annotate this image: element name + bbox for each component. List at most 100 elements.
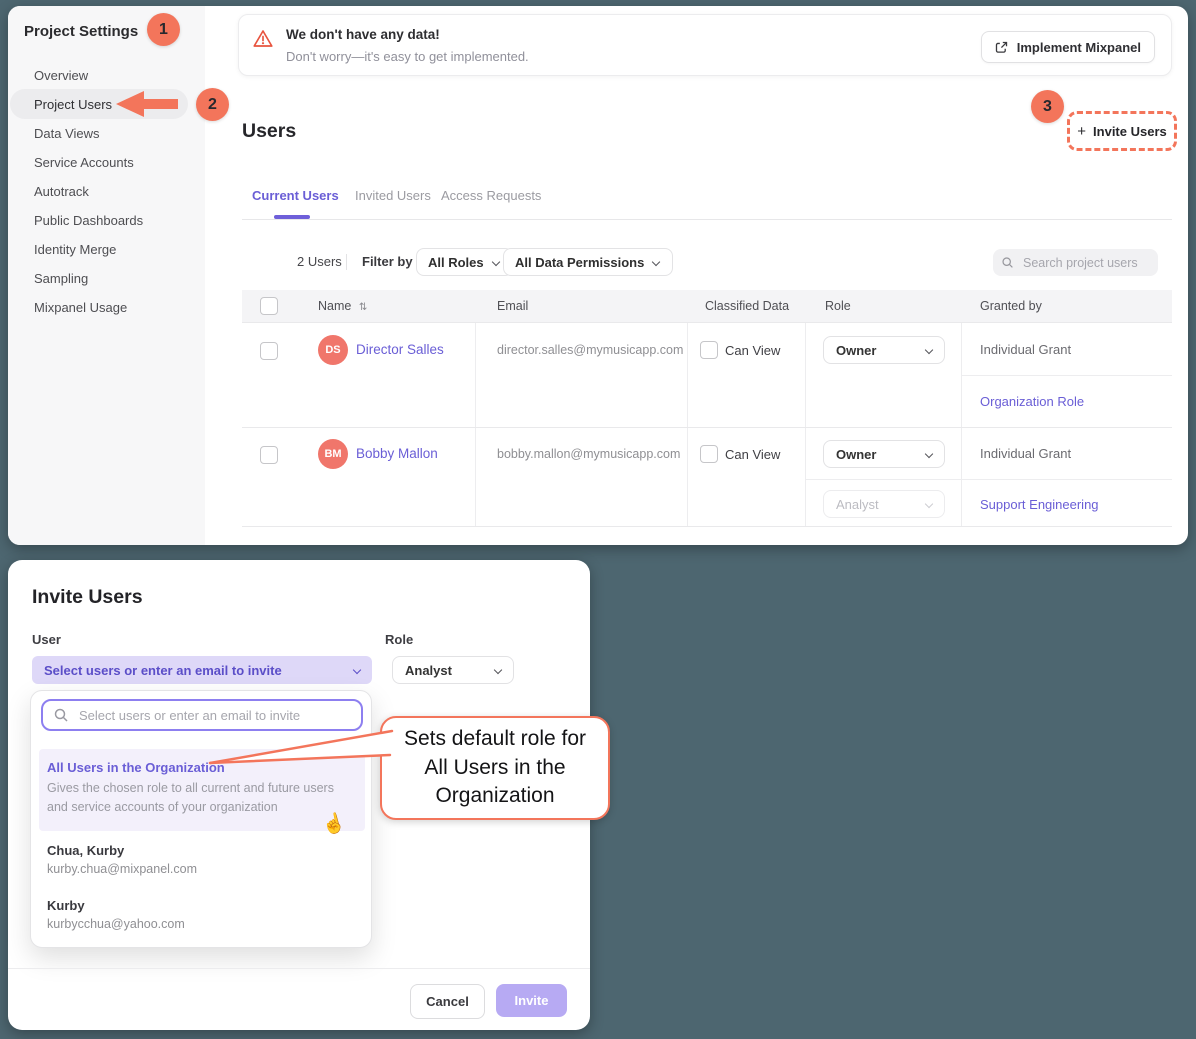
permissions-filter-label: All Data Permissions bbox=[515, 255, 644, 270]
chevron-down-icon bbox=[925, 346, 934, 355]
user-select[interactable]: Select users or enter an email to invite bbox=[32, 656, 372, 684]
granted-sub-divider bbox=[961, 375, 1172, 376]
option-user-name[interactable]: Kurby bbox=[47, 898, 85, 913]
banner-subtitle: Don't worry—it's easy to get implemented… bbox=[286, 49, 529, 64]
avatar: BM bbox=[318, 439, 348, 469]
chevron-down-icon bbox=[353, 666, 362, 675]
col-name[interactable]: Name ⇅ bbox=[318, 299, 367, 313]
avatar: DS bbox=[318, 335, 348, 365]
option-user-email: kurbycchua@yahoo.com bbox=[47, 917, 185, 931]
chevron-down-icon bbox=[492, 258, 501, 267]
modal-footer-divider bbox=[8, 968, 590, 969]
tab-current-users[interactable]: Current Users bbox=[252, 188, 339, 203]
column-divider bbox=[961, 323, 962, 526]
modal-title: Invite Users bbox=[32, 586, 143, 609]
search-icon bbox=[1001, 255, 1014, 270]
roles-filter-label: All Roles bbox=[428, 255, 484, 270]
project-settings-panel: Project Settings Overview Project Users … bbox=[8, 6, 1188, 545]
row-checkbox[interactable] bbox=[260, 446, 278, 464]
permissions-filter-dropdown[interactable]: All Data Permissions bbox=[503, 248, 673, 276]
invite-button[interactable]: Invite bbox=[496, 984, 567, 1017]
no-data-banner: We don't have any data! Don't worry—it's… bbox=[238, 14, 1172, 76]
select-all-checkbox[interactable] bbox=[260, 297, 278, 315]
chevron-down-icon bbox=[494, 666, 503, 675]
users-tabs: Current Users Invited Users Access Reque… bbox=[242, 178, 1172, 220]
sidebar-item-autotrack[interactable]: Autotrack bbox=[8, 177, 205, 206]
implement-mixpanel-label: Implement Mixpanel bbox=[1017, 40, 1141, 55]
user-name-link[interactable]: Director Salles bbox=[356, 342, 444, 357]
sidebar-item-mixpanel-usage[interactable]: Mixpanel Usage bbox=[8, 293, 205, 322]
roles-filter-dropdown[interactable]: All Roles bbox=[416, 248, 513, 276]
users-count: 2 Users bbox=[297, 248, 342, 276]
option-all-users-desc: Gives the chosen role to all current and… bbox=[47, 779, 347, 817]
granted-sub-divider bbox=[805, 479, 1172, 480]
can-view-checkbox[interactable] bbox=[700, 341, 718, 359]
granted-by-link[interactable]: Support Engineering bbox=[980, 497, 1099, 512]
column-divider bbox=[475, 323, 476, 526]
chevron-down-icon bbox=[925, 450, 934, 459]
warning-icon bbox=[253, 29, 273, 48]
granted-by-value: Individual Grant bbox=[980, 342, 1071, 357]
col-role: Role bbox=[825, 299, 851, 313]
column-divider bbox=[687, 323, 688, 526]
external-link-icon bbox=[995, 41, 1008, 54]
can-view-checkbox[interactable] bbox=[700, 445, 718, 463]
granted-by-link[interactable]: Organization Role bbox=[980, 394, 1084, 409]
callout-text: Sets default role for All Users in the O… bbox=[396, 725, 594, 810]
search-project-users-input[interactable] bbox=[1021, 255, 1150, 271]
active-tab-underline bbox=[274, 215, 310, 219]
sidebar-item-sampling[interactable]: Sampling bbox=[8, 264, 205, 293]
annotation-badge-1: 1 bbox=[147, 13, 180, 46]
tab-invited-users[interactable]: Invited Users bbox=[355, 188, 431, 203]
sidebar-item-data-views[interactable]: Data Views bbox=[8, 119, 205, 148]
user-search-box[interactable] bbox=[41, 699, 363, 731]
users-table-body: DS Director Salles director.salles@mymus… bbox=[242, 322, 1172, 527]
cancel-button[interactable]: Cancel bbox=[410, 984, 485, 1019]
invite-users-label: Invite Users bbox=[1093, 124, 1167, 139]
role-select-modal[interactable]: Analyst bbox=[392, 656, 514, 684]
role-select-disabled: Analyst bbox=[823, 490, 945, 518]
sidebar-item-overview[interactable]: Overview bbox=[8, 61, 205, 90]
user-field-label: User bbox=[32, 632, 61, 647]
users-table-header: Name ⇅ Email Classified Data Role Grante… bbox=[242, 290, 1172, 322]
user-name-link[interactable]: Bobby Mallon bbox=[356, 446, 438, 461]
option-all-users[interactable]: All Users in the Organization Gives the … bbox=[39, 749, 365, 831]
col-granted-by: Granted by bbox=[980, 299, 1042, 313]
col-classified-data: Classified Data bbox=[705, 299, 789, 313]
option-all-users-label: All Users in the Organization bbox=[47, 760, 357, 775]
sort-icon: ⇅ bbox=[359, 302, 367, 313]
callout-bubble: Sets default role for All Users in the O… bbox=[380, 716, 610, 820]
sidebar-item-public-dashboards[interactable]: Public Dashboards bbox=[8, 206, 205, 235]
tab-access-requests[interactable]: Access Requests bbox=[441, 188, 541, 203]
filter-divider bbox=[346, 254, 347, 270]
implement-mixpanel-button[interactable]: Implement Mixpanel bbox=[981, 31, 1155, 63]
invite-users-button[interactable]: + Invite Users bbox=[1074, 118, 1170, 144]
annotation-badge-3: 3 bbox=[1031, 90, 1064, 123]
user-email: director.salles@mymusicapp.com bbox=[497, 343, 683, 357]
search-project-users[interactable] bbox=[993, 249, 1158, 276]
chevron-down-icon bbox=[652, 258, 661, 267]
role-select[interactable]: Owner bbox=[823, 336, 945, 364]
col-email: Email bbox=[497, 299, 528, 313]
option-user-email: kurby.chua@mixpanel.com bbox=[47, 862, 197, 876]
sidebar-item-identity-merge[interactable]: Identity Merge bbox=[8, 235, 205, 264]
row-checkbox[interactable] bbox=[260, 342, 278, 360]
plus-icon: + bbox=[1077, 124, 1086, 139]
annotation-arrow-icon bbox=[116, 90, 180, 118]
user-search-input[interactable] bbox=[77, 707, 351, 724]
user-email: bobby.mallon@mymusicapp.com bbox=[497, 447, 680, 461]
search-icon bbox=[53, 707, 69, 723]
banner-title: We don't have any data! bbox=[286, 27, 440, 42]
settings-sidebar: Project Settings Overview Project Users … bbox=[8, 6, 205, 545]
sidebar-item-service-accounts[interactable]: Service Accounts bbox=[8, 148, 205, 177]
users-heading: Users bbox=[242, 120, 296, 143]
role-select[interactable]: Owner bbox=[823, 440, 945, 468]
row-divider bbox=[242, 427, 1172, 428]
option-user-name[interactable]: Chua, Kurby bbox=[47, 843, 124, 858]
chevron-down-icon bbox=[925, 500, 934, 509]
can-view-label: Can View bbox=[725, 343, 780, 358]
canvas: Project Settings Overview Project Users … bbox=[0, 0, 1196, 1039]
can-view-label: Can View bbox=[725, 447, 780, 462]
annotation-badge-2: 2 bbox=[196, 88, 229, 121]
page-title: Project Settings bbox=[24, 23, 138, 40]
